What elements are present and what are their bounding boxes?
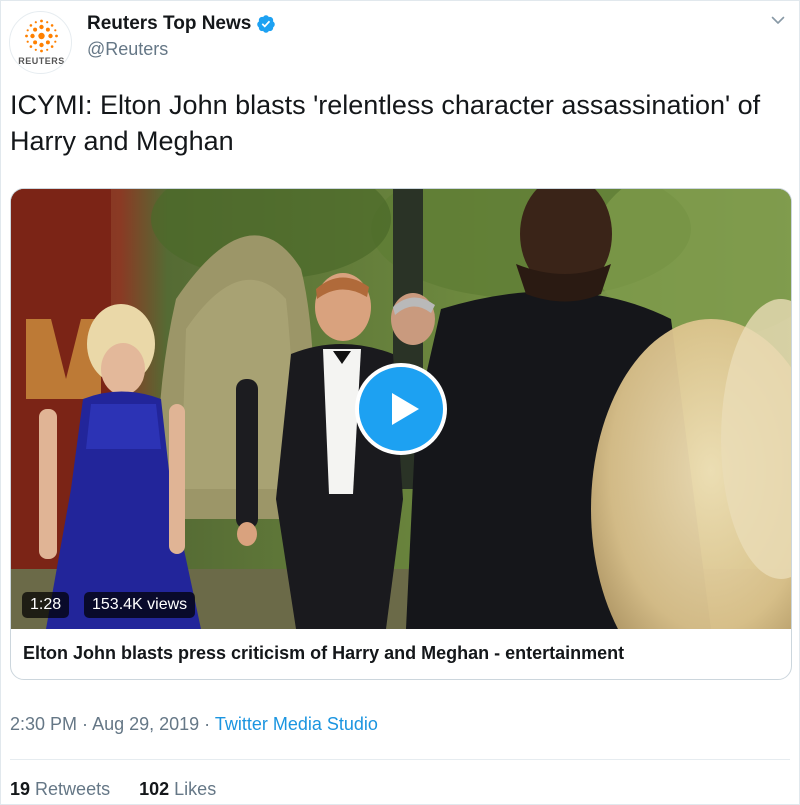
play-icon [392, 393, 419, 425]
tweet-source-link[interactable]: Twitter Media Studio [215, 714, 378, 734]
verified-badge-icon [257, 15, 276, 33]
video-thumbnail[interactable]: 1:28 153.4K views [11, 189, 791, 629]
likes-count: 102 [139, 779, 170, 799]
card-title[interactable]: Elton John blasts press criticism of Har… [23, 643, 624, 664]
retweets-label: Retweets [35, 779, 111, 799]
author-display-name[interactable]: Reuters Top News [87, 13, 251, 35]
tweet-meta: 2:30 PM · Aug 29, 2019 · Twitter Media S… [10, 714, 378, 735]
video-views-badge: 153.4K views [84, 592, 196, 618]
chevron-down-icon[interactable] [771, 13, 785, 27]
author-name-row: Reuters Top News [87, 13, 276, 35]
likes-label: Likes [174, 779, 217, 799]
likes-stat[interactable]: 102 Likes [139, 779, 216, 799]
tweet-text: ICYMI: Elton John blasts 'relentless cha… [10, 90, 761, 156]
tweet-card: REUTERS Reuters Top News @Reuters ICYMI:… [0, 0, 800, 805]
meta-separator: · [77, 714, 93, 734]
retweets-count: 19 [10, 779, 31, 799]
retweets-stat[interactable]: 19 Retweets [10, 779, 110, 799]
divider [10, 759, 790, 760]
play-button[interactable] [355, 363, 447, 455]
avatar-label: REUTERS [18, 56, 65, 66]
meta-separator-2: · [199, 714, 215, 734]
tweet-date[interactable]: Aug 29, 2019 [92, 714, 199, 734]
video-duration-badge: 1:28 [22, 592, 70, 618]
author-handle[interactable]: @Reuters [87, 39, 168, 60]
avatar[interactable]: REUTERS [9, 11, 72, 74]
engagement-stats: 19 Retweets 102 Likes [10, 779, 216, 800]
tweet-time[interactable]: 2:30 PM [10, 714, 77, 734]
video-card[interactable]: 1:28 153.4K views Elton John blasts pres… [10, 188, 792, 680]
